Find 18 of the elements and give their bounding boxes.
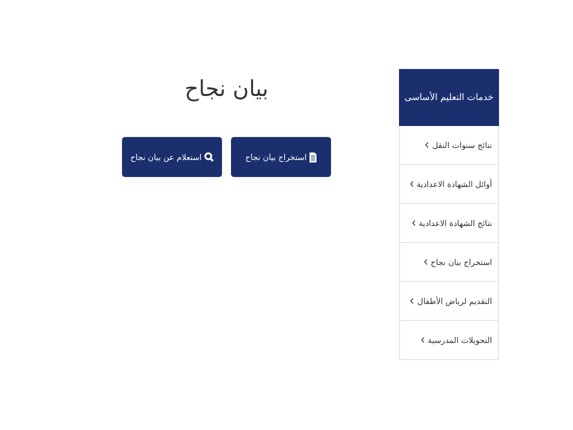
chevron-icon <box>412 220 416 226</box>
chevron-icon <box>425 142 430 148</box>
action-button[interactable]: استعلام عن بيان نجاح <box>122 137 222 177</box>
sidebar-item[interactable]: استخراج بيان نجاح <box>399 243 499 282</box>
action-button[interactable]: استخراج بيان نجاح <box>231 137 331 177</box>
sidebar-item[interactable]: التحويلات المدرسية <box>399 321 499 360</box>
chevron-icon <box>410 298 414 304</box>
chevron-icon <box>410 181 414 187</box>
sidebar-item[interactable]: التقديم لرياض الأطفال <box>399 282 499 321</box>
sidebar-item[interactable]: أوائل الشهادة الاعدادية <box>399 165 499 204</box>
chevron-icon <box>420 337 425 343</box>
document-icon <box>308 152 317 162</box>
page-title: بيان نجاح <box>184 76 268 104</box>
sidebar-item[interactable]: نتائج الشهادة الاعدادية <box>399 204 499 243</box>
chevron-icon <box>424 259 428 265</box>
sidebar-header: خدمات التعليم الأساسى <box>399 69 499 126</box>
sidebar-item[interactable]: نتائج سنوات النقل <box>399 126 499 165</box>
search-icon <box>204 152 214 162</box>
